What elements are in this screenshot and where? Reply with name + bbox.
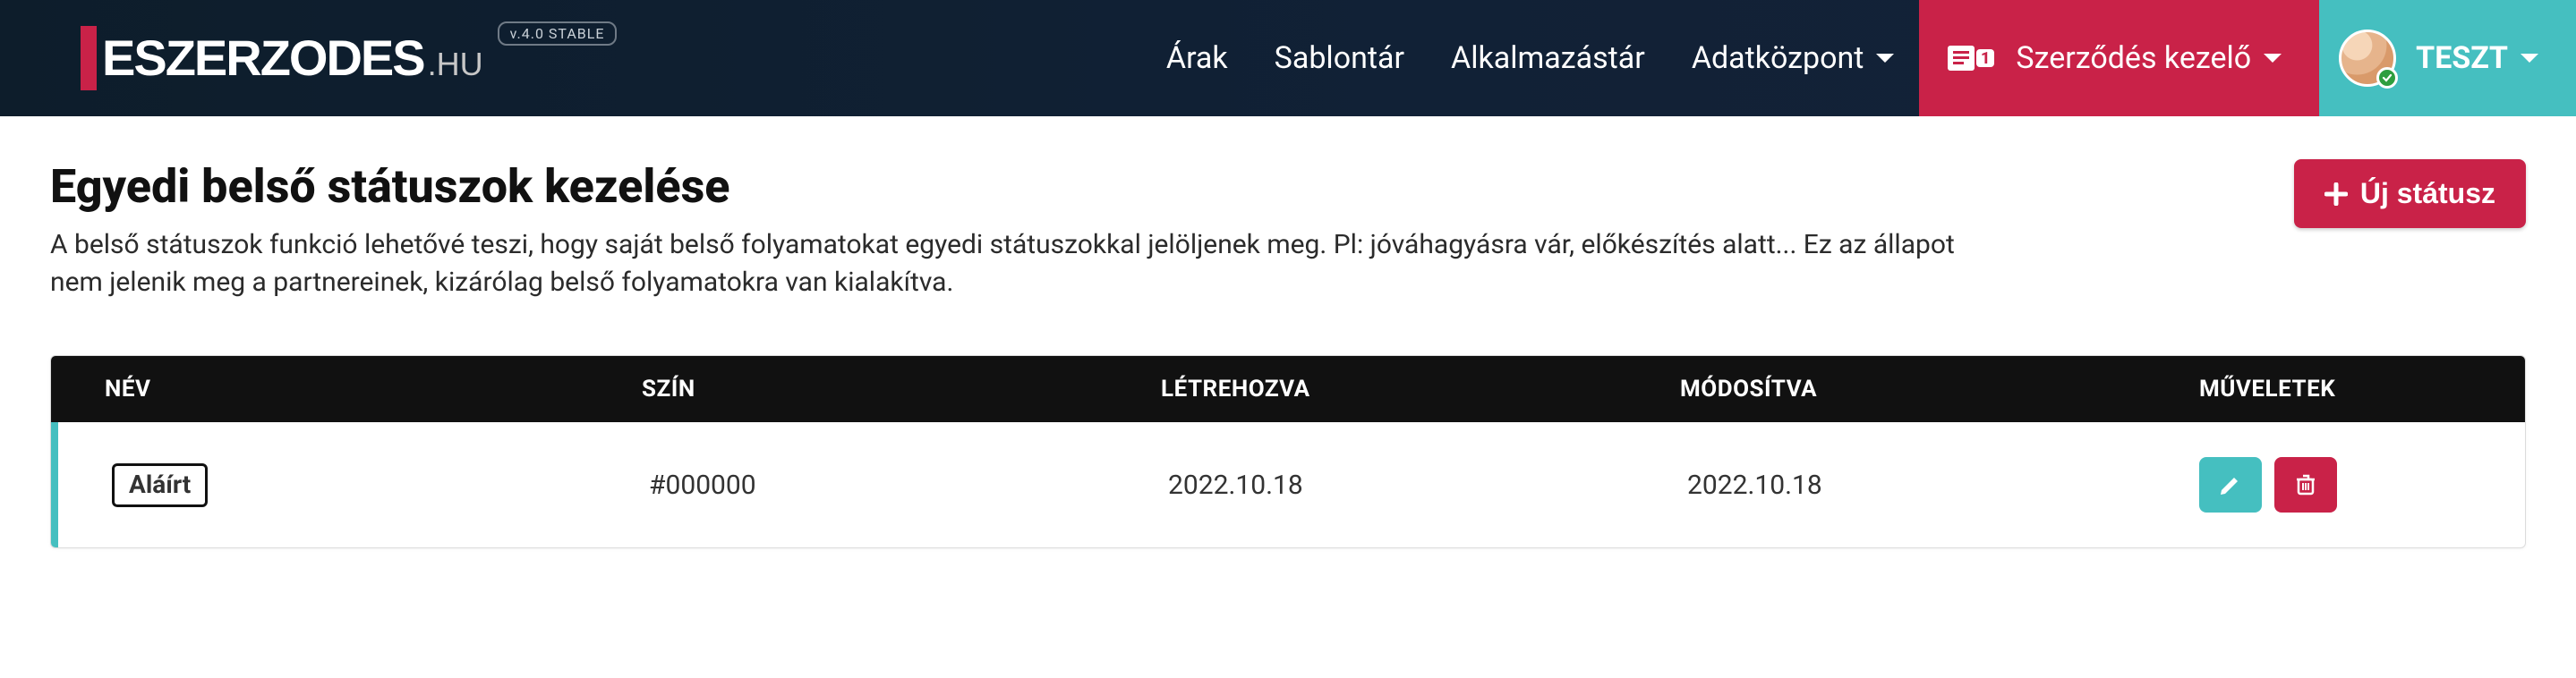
- statuses-table: NÉV SZÍN LÉTREHOZVA MÓDOSÍTVA MŰVELETEK …: [50, 355, 2526, 548]
- cell-created: 2022.10.18: [1114, 439, 1633, 531]
- nav-label: Sablontár: [1275, 40, 1404, 76]
- cell-modified: 2022.10.18: [1633, 439, 2153, 531]
- manager-badge-count: 1: [1981, 49, 1990, 68]
- document-badge-icon: 1: [1946, 40, 1996, 76]
- nav-label: Árak: [1166, 40, 1228, 76]
- nav-label: Adatközpont: [1692, 40, 1864, 76]
- nav-item-alkalmazastar[interactable]: Alkalmazástár: [1428, 0, 1668, 116]
- chevron-down-icon: [1874, 50, 1896, 66]
- th-modified: MÓDOSÍTVA: [1626, 356, 2145, 422]
- main-nav: Árak Sablontár Alkalmazástár Adatközpont: [1143, 0, 2576, 116]
- th-color: SZÍN: [588, 356, 1107, 422]
- manager-label: Szerződés kezelő: [2016, 40, 2251, 76]
- app-header: ESZERZODES .HU v.4.0 STABLE Árak Sablont…: [0, 0, 2576, 116]
- user-check-icon: [2376, 67, 2398, 89]
- th-created: LÉTREHOZVA: [1107, 356, 1626, 422]
- plus-icon: [2324, 182, 2348, 206]
- cell-actions: [2153, 427, 2525, 543]
- new-status-button[interactable]: Új státusz: [2294, 159, 2526, 228]
- page-title: Egyedi belső státuszok kezelése: [50, 159, 2001, 214]
- chevron-down-icon: [2519, 50, 2540, 66]
- user-name: TESZT: [2416, 40, 2508, 76]
- brand-logo[interactable]: ESZERZODES .HU v.4.0 STABLE: [0, 0, 617, 116]
- status-badge: Aláírt: [112, 463, 208, 507]
- table-row: Aláírt #000000 2022.10.18 2022.10.18: [51, 422, 2525, 547]
- logo-accent-bar: [81, 26, 97, 90]
- edit-button[interactable]: [2199, 457, 2262, 513]
- cell-color: #000000: [595, 439, 1114, 531]
- trash-icon: [2293, 472, 2318, 497]
- new-status-label: Új státusz: [2360, 177, 2495, 210]
- nav-item-adatkozpont[interactable]: Adatközpont: [1668, 0, 1920, 116]
- logo-main: ESZERZODES: [102, 33, 424, 83]
- nav-item-sablontar[interactable]: Sablontár: [1251, 0, 1428, 116]
- nav-user-menu[interactable]: TESZT: [2319, 0, 2576, 116]
- version-badge: v.4.0 STABLE: [498, 21, 618, 46]
- delete-button[interactable]: [2274, 457, 2337, 513]
- table-header-row: NÉV SZÍN LÉTREHOZVA MÓDOSÍTVA MŰVELETEK: [51, 356, 2525, 422]
- nav-item-arak[interactable]: Árak: [1143, 0, 1251, 116]
- page-body: Egyedi belső státuszok kezelése A belső …: [0, 116, 2576, 602]
- th-actions: MŰVELETEK: [2145, 356, 2525, 422]
- th-name: NÉV: [51, 356, 588, 422]
- chevron-down-icon: [2262, 50, 2283, 66]
- nav-contract-manager[interactable]: 1 Szerződés kezelő: [1919, 0, 2319, 116]
- title-row: Egyedi belső státuszok kezelése A belső …: [50, 159, 2526, 301]
- avatar: [2339, 30, 2396, 87]
- page-description: A belső státuszok funkció lehetővé teszi…: [50, 226, 2001, 301]
- pencil-icon: [2218, 472, 2243, 497]
- nav-label: Alkalmazástár: [1451, 40, 1645, 76]
- logo-suffix: .HU: [428, 48, 483, 81]
- cell-name: Aláírt: [58, 433, 595, 538]
- logo-text: ESZERZODES .HU: [102, 33, 483, 83]
